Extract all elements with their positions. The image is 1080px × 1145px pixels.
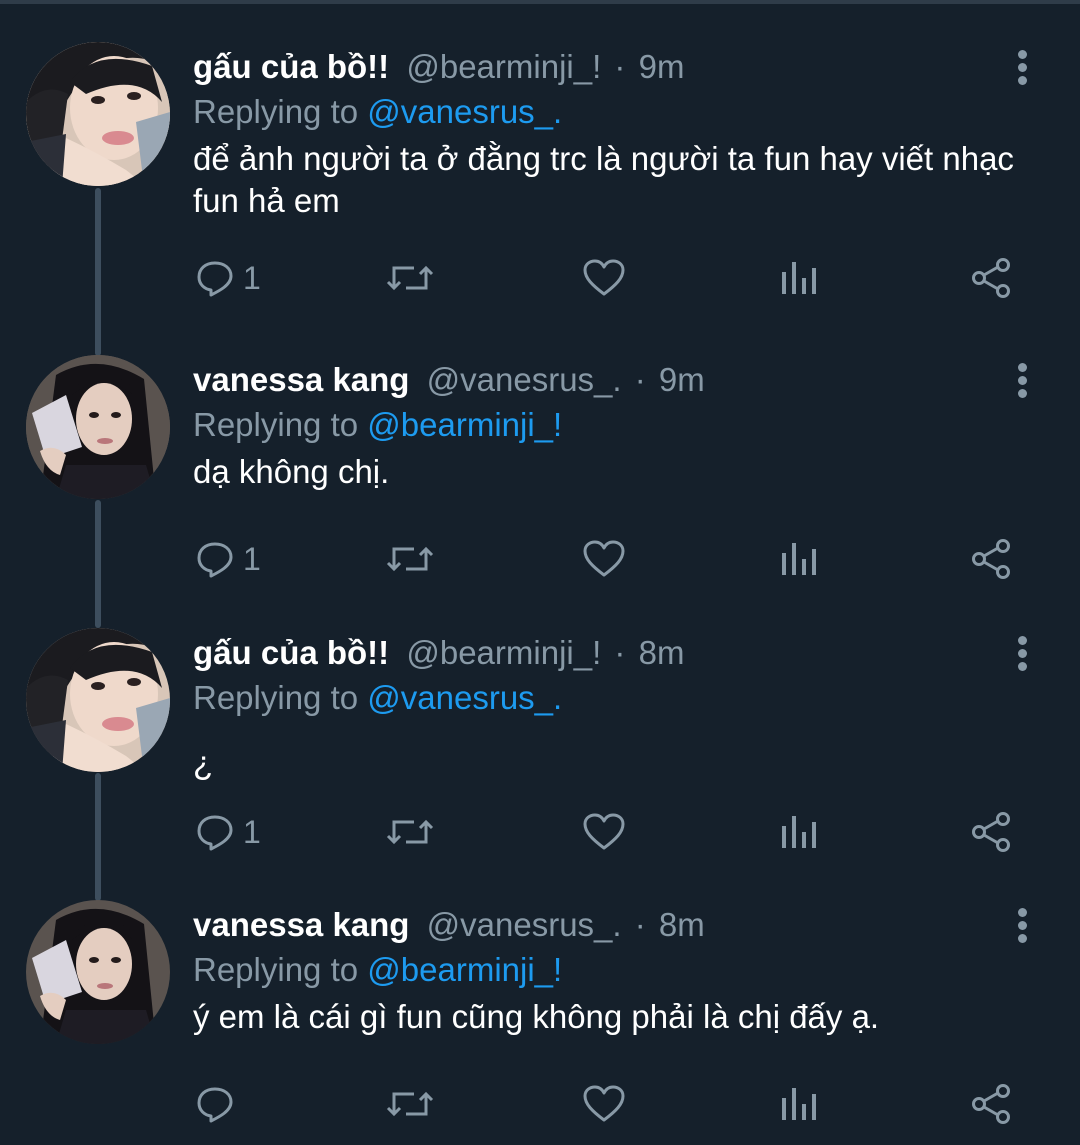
reply-count: 1 xyxy=(243,540,261,577)
reply-icon xyxy=(197,1087,233,1123)
author-handle[interactable]: @bearminji_! xyxy=(406,634,601,671)
avatar[interactable] xyxy=(26,900,170,1044)
more-options-icon[interactable] xyxy=(1010,50,1034,90)
top-divider xyxy=(0,0,1080,4)
tweet[interactable]: vanessa kang @vanesrus_. · 9m Replying t… xyxy=(0,355,1080,627)
author-name[interactable]: vanessa kang xyxy=(193,906,409,943)
reply-button[interactable] xyxy=(195,1078,243,1130)
reply-button[interactable]: 1 xyxy=(195,252,261,304)
replying-to-prefix: Replying to xyxy=(193,951,359,988)
avatar[interactable] xyxy=(26,355,170,499)
avatar[interactable] xyxy=(26,42,170,186)
timestamp[interactable]: 8m xyxy=(659,906,705,943)
like-button[interactable] xyxy=(582,533,626,585)
heart-icon xyxy=(583,540,625,577)
share-icon xyxy=(972,1084,1010,1124)
share-icon xyxy=(972,539,1010,579)
author-handle[interactable]: @bearminji_! xyxy=(406,48,601,85)
analytics-icon xyxy=(782,1088,816,1120)
share-button[interactable] xyxy=(970,252,1012,304)
replying-to-handle[interactable]: @bearminji_! xyxy=(367,406,562,443)
more-options-icon[interactable] xyxy=(1010,636,1034,676)
analytics-icon xyxy=(782,262,816,294)
analytics-button[interactable] xyxy=(778,806,818,858)
retweet-icon xyxy=(386,819,434,845)
reply-button[interactable]: 1 xyxy=(195,806,261,858)
tweet-actions: 1 xyxy=(0,806,1080,858)
like-button[interactable] xyxy=(582,1078,626,1130)
replying-to-prefix: Replying to xyxy=(193,679,359,716)
analytics-button[interactable] xyxy=(778,533,818,585)
more-options-icon[interactable] xyxy=(1010,363,1034,403)
replying-to: Replying to @bearminji_! xyxy=(193,947,562,993)
tweet[interactable]: gấu của bồ!! @bearminji_! · 8m Replying … xyxy=(0,628,1080,900)
reply-icon xyxy=(197,261,233,297)
replying-to-handle[interactable]: @vanesrus_. xyxy=(367,679,562,716)
analytics-button[interactable] xyxy=(778,252,818,304)
share-button[interactable] xyxy=(970,533,1012,585)
heart-icon xyxy=(583,1085,625,1122)
retweet-button[interactable] xyxy=(386,806,434,858)
retweet-icon xyxy=(386,546,434,572)
replying-to-prefix: Replying to xyxy=(193,406,359,443)
reply-count: 1 xyxy=(243,259,261,296)
separator: · xyxy=(614,634,626,671)
tweet-actions: 1 xyxy=(0,252,1080,304)
tweet-actions: 1 xyxy=(0,533,1080,585)
more-options-icon[interactable] xyxy=(1010,908,1034,948)
like-button[interactable] xyxy=(582,252,626,304)
replying-to: Replying to @vanesrus_. xyxy=(193,89,562,135)
share-icon xyxy=(972,258,1010,298)
author-name[interactable]: gấu của bồ!! xyxy=(193,634,389,671)
tweet[interactable]: gấu của bồ!! @bearminji_! · 9m Replying … xyxy=(0,42,1080,314)
heart-icon xyxy=(583,259,625,296)
tweet-header: gấu của bồ!! @bearminji_! · 8m xyxy=(193,628,684,678)
replying-to-handle[interactable]: @bearminji_! xyxy=(367,951,562,988)
reply-icon xyxy=(197,542,233,578)
timestamp[interactable]: 9m xyxy=(639,48,685,85)
author-handle[interactable]: @vanesrus_. xyxy=(427,906,622,943)
retweet-icon xyxy=(386,265,434,291)
separator: · xyxy=(634,906,646,943)
retweet-button[interactable] xyxy=(386,252,434,304)
author-name[interactable]: vanessa kang xyxy=(193,361,409,398)
retweet-button[interactable] xyxy=(386,1078,434,1130)
tweet-header: vanessa kang @vanesrus_. · 8m xyxy=(193,900,705,950)
reply-count: 1 xyxy=(243,813,261,850)
timestamp[interactable]: 9m xyxy=(659,361,705,398)
tweet[interactable]: vanessa kang @vanesrus_. · 8m Replying t… xyxy=(0,900,1080,1145)
retweet-button[interactable] xyxy=(386,533,434,585)
share-button[interactable] xyxy=(970,806,1012,858)
replying-to: Replying to @vanesrus_. xyxy=(193,675,562,721)
share-button[interactable] xyxy=(970,1078,1012,1130)
author-handle[interactable]: @vanesrus_. xyxy=(427,361,622,398)
separator: · xyxy=(634,361,646,398)
avatar[interactable] xyxy=(26,628,170,772)
tweet-text: dạ không chị. xyxy=(193,453,390,490)
heart-icon xyxy=(583,813,625,850)
separator: · xyxy=(614,48,626,85)
replying-to-prefix: Replying to xyxy=(193,93,359,130)
author-name[interactable]: gấu của bồ!! xyxy=(193,48,389,85)
reply-icon xyxy=(197,815,233,851)
analytics-icon xyxy=(782,816,816,848)
tweet-text: ý em là cái gì fun cũng không phải là ch… xyxy=(193,998,880,1035)
reply-button[interactable]: 1 xyxy=(195,533,261,585)
analytics-icon xyxy=(782,543,816,575)
tweet-text: ¿ xyxy=(193,744,214,781)
retweet-icon xyxy=(386,1091,434,1117)
tweet-actions xyxy=(0,1078,1080,1130)
share-icon xyxy=(972,812,1010,852)
tweet-header: vanessa kang @vanesrus_. · 9m xyxy=(193,355,705,405)
like-button[interactable] xyxy=(582,806,626,858)
tweet-header: gấu của bồ!! @bearminji_! · 9m xyxy=(193,42,684,92)
timestamp[interactable]: 8m xyxy=(639,634,685,671)
analytics-button[interactable] xyxy=(778,1078,818,1130)
replying-to-handle[interactable]: @vanesrus_. xyxy=(367,93,562,130)
tweet-text: để ảnh người ta ở đằng trc là người ta f… xyxy=(193,140,1014,219)
replying-to: Replying to @bearminji_! xyxy=(193,402,562,448)
